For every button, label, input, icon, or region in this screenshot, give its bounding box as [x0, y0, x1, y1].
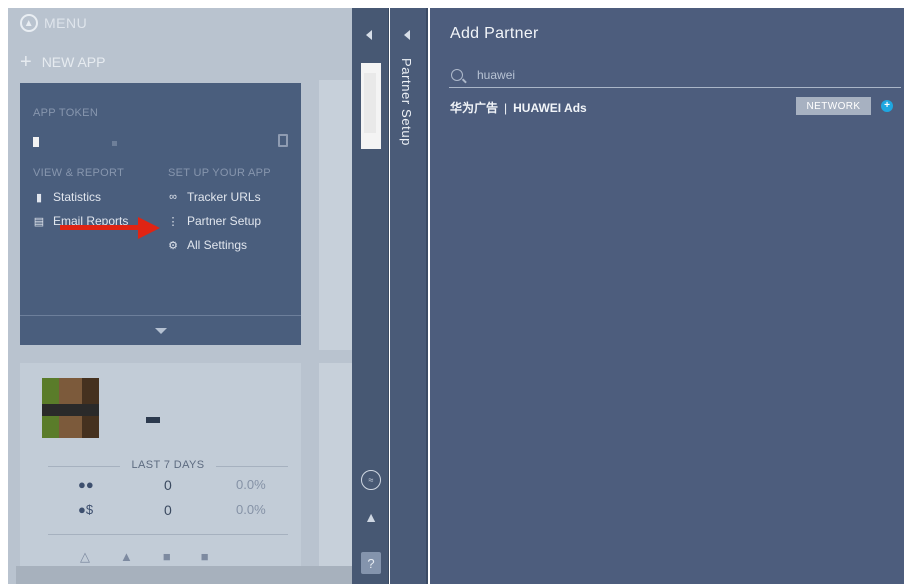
- partner-search: [449, 62, 901, 88]
- paying-users-value: 0: [164, 501, 172, 518]
- background-card-edge: [319, 80, 352, 350]
- adjust-pulse-icon[interactable]: ≈: [361, 470, 381, 490]
- partner-name-en: HUAWEI Ads: [513, 100, 587, 115]
- panel-title: Add Partner: [450, 25, 539, 42]
- collapse-left-icon[interactable]: [366, 30, 372, 40]
- statistics-label: Statistics: [53, 190, 102, 204]
- plus-icon: +: [20, 51, 32, 73]
- add-partner-panel: Add Partner 华为广告 | HUAWEI Ads NETWORK +: [430, 8, 904, 584]
- document-icon: ▤: [33, 215, 45, 228]
- horizontal-scrollbar[interactable]: [16, 566, 352, 584]
- app-rail: ≈ ▲ ?: [352, 8, 389, 584]
- platform-icons: △ ▲ ■ ■: [80, 549, 209, 565]
- tracker-urls-link[interactable]: ∞ Tracker URLs: [167, 190, 261, 204]
- menu-button[interactable]: ▲ MENU: [20, 14, 87, 32]
- background-card-edge-2: [319, 363, 352, 573]
- users-value: 0: [164, 476, 172, 493]
- stat-row-paying-users: ●$ 0 0.0%: [78, 501, 278, 518]
- share-icon: ⋮: [167, 215, 179, 228]
- link-icon: ∞: [169, 191, 177, 203]
- partner-name-separator: |: [504, 100, 508, 115]
- app-token-redacted: [33, 137, 39, 147]
- partner-setup-title: Partner Setup: [399, 58, 414, 147]
- android-icon[interactable]: ▲: [361, 508, 381, 526]
- arrow-head: [138, 217, 160, 239]
- gear-icon: ⚙: [168, 239, 178, 252]
- paying-users-percent: 0.0%: [236, 502, 266, 517]
- period-label: LAST 7 DAYS: [48, 459, 288, 471]
- folder-icon: ■: [162, 549, 171, 564]
- new-app-button[interactable]: + NEW APP: [20, 51, 106, 73]
- search-icon: [451, 68, 463, 81]
- partner-result-row[interactable]: 华为广告 | HUAWEI Ads NETWORK +: [450, 97, 900, 117]
- partner-setup-link[interactable]: ⋮ Partner Setup: [167, 214, 262, 228]
- collapse-left-icon[interactable]: [404, 30, 410, 40]
- app-name-redacted: [146, 417, 160, 423]
- window-icon: ■: [200, 549, 209, 564]
- app-preview-strip: [361, 63, 381, 149]
- tracker-urls-label: Tracker URLs: [187, 190, 261, 204]
- help-button[interactable]: ?: [361, 552, 381, 574]
- app-dashboard: ▲ MENU + NEW APP APP TOKEN VIEW & REPORT…: [8, 8, 352, 584]
- adjust-logo-icon: ▲: [20, 14, 38, 32]
- add-partner-icon[interactable]: +: [881, 100, 893, 112]
- app-card: APP TOKEN VIEW & REPORT SET UP YOUR APP …: [20, 83, 301, 345]
- app-icon-avatar: [42, 378, 99, 438]
- bar-chart-icon: ▮: [35, 191, 43, 204]
- partner-setup-rail: Partner Setup: [390, 8, 428, 584]
- partner-search-input[interactable]: [477, 67, 857, 82]
- statistics-link[interactable]: ▮ Statistics: [33, 190, 101, 204]
- new-app-label: NEW APP: [41, 54, 106, 70]
- paying-users-icon: ●$: [78, 502, 94, 517]
- stat-row-users: ●● 0 0.0%: [78, 476, 278, 493]
- partner-setup-label: Partner Setup: [187, 214, 262, 228]
- app-token-caption: APP TOKEN: [33, 107, 99, 119]
- copy-clipboard-icon[interactable]: [278, 134, 288, 147]
- red-arrow-annotation: [60, 217, 164, 239]
- users-icon: ●●: [78, 477, 94, 492]
- menu-label: MENU: [44, 15, 88, 31]
- chevron-down-icon: [154, 327, 167, 334]
- expand-card-button[interactable]: [20, 315, 301, 345]
- all-settings-link[interactable]: ⚙ All Settings: [167, 238, 247, 252]
- partner-name: 华为广告 | HUAWEI Ads: [450, 99, 587, 116]
- users-percent: 0.0%: [236, 477, 266, 492]
- adjust-icon: △: [80, 549, 90, 564]
- app-token-redacted-dot: [112, 141, 117, 146]
- partner-name-cn: 华为广告: [450, 100, 499, 115]
- all-settings-label: All Settings: [187, 238, 248, 252]
- view-report-caption: VIEW & REPORT: [33, 167, 125, 179]
- setup-caption: SET UP YOUR APP: [168, 167, 271, 179]
- android-icon: ▲: [120, 549, 133, 564]
- network-badge: NETWORK: [796, 97, 871, 115]
- app-stats-card[interactable]: LAST 7 DAYS ●● 0 0.0% ●$ 0 0.0% △ ▲ ■ ■: [20, 363, 301, 583]
- arrow-shaft: [60, 225, 140, 230]
- stats-divider: [48, 534, 288, 535]
